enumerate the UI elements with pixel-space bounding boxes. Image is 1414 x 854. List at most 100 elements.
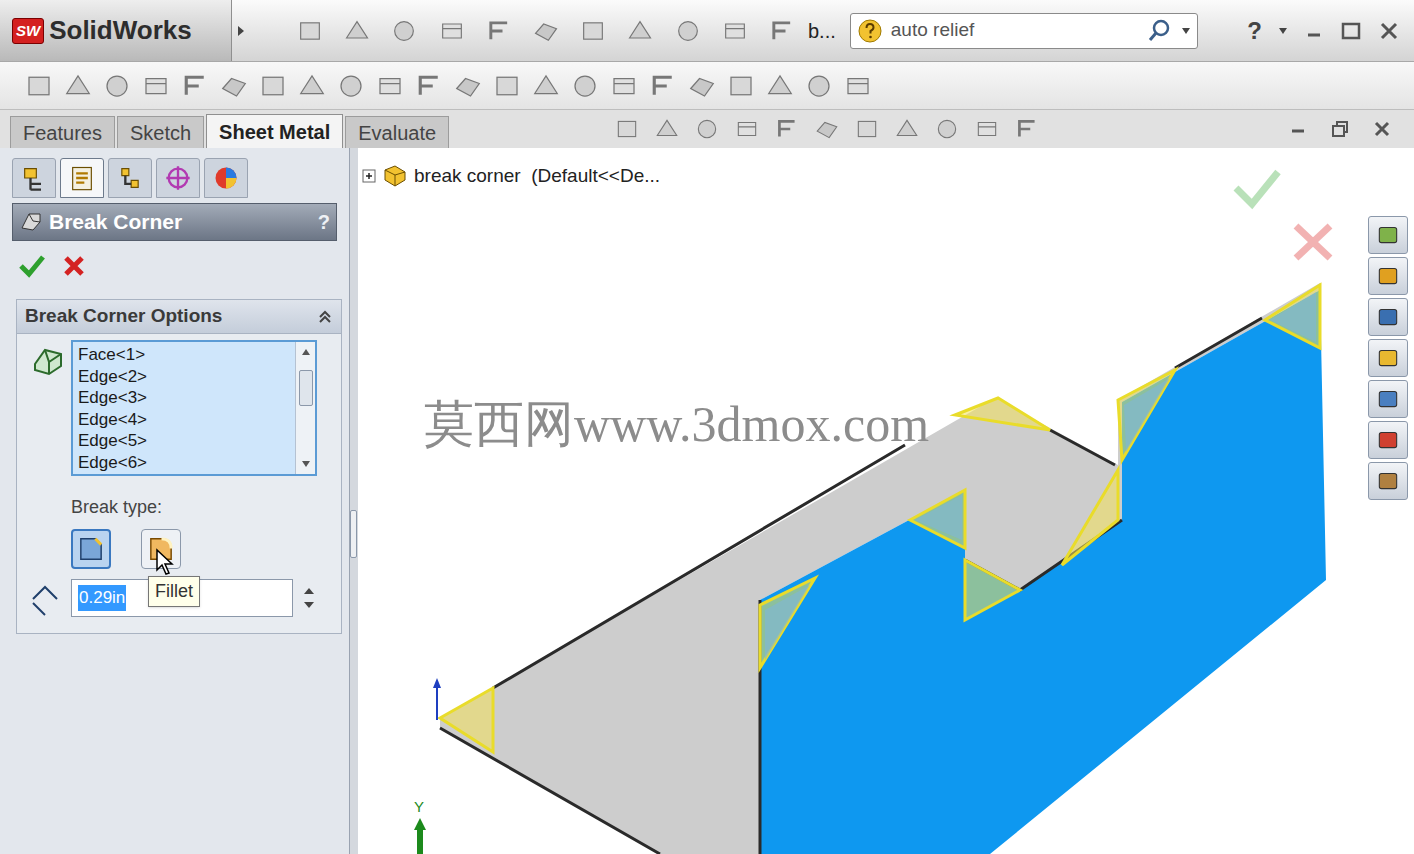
- sheet-metal-tool-icon[interactable]: [453, 71, 483, 101]
- sheet-metal-tool-icon[interactable]: [102, 71, 132, 101]
- sheet-metal-tool-icon[interactable]: [609, 71, 639, 101]
- minimize-icon[interactable]: [1288, 119, 1308, 139]
- dropdown-icon[interactable]: [1278, 27, 1288, 35]
- close-icon[interactable]: [1372, 119, 1392, 139]
- tool-icon[interactable]: [438, 17, 466, 45]
- help-button[interactable]: ?: [1247, 13, 1262, 49]
- view-tool-icon[interactable]: [974, 116, 1000, 142]
- task-pane-tab[interactable]: [1368, 421, 1408, 459]
- task-pane-tab[interactable]: [1368, 216, 1408, 254]
- command-tab[interactable]: Sheet Metal: [206, 114, 343, 148]
- task-pane-tab[interactable]: [1368, 339, 1408, 377]
- view-tool-icon[interactable]: [654, 116, 680, 142]
- view-tool-icon[interactable]: [694, 116, 720, 142]
- splitter-handle[interactable]: [350, 510, 357, 558]
- selection-item[interactable]: Edge<2>: [78, 366, 295, 388]
- sheet-metal-tool-icon[interactable]: [726, 71, 756, 101]
- sheet-metal-tool-icon[interactable]: [336, 71, 366, 101]
- sheet-metal-tool-icon[interactable]: [765, 71, 795, 101]
- group-header[interactable]: Break Corner Options: [17, 300, 341, 334]
- selection-item[interactable]: Edge<4>: [78, 409, 295, 431]
- view-tool-icon[interactable]: [934, 116, 960, 142]
- expand-plus-icon[interactable]: [362, 169, 376, 183]
- logo[interactable]: SW SolidWorks: [0, 0, 232, 61]
- tool-icon[interactable]: [579, 17, 607, 45]
- close-icon[interactable]: [1378, 20, 1400, 42]
- scroll-up-icon[interactable]: [301, 348, 311, 356]
- feature-tree-flyout[interactable]: break corner (Default<<De...: [362, 162, 660, 191]
- view-tool-icon[interactable]: [894, 116, 920, 142]
- sheet-metal-tool-icon[interactable]: [258, 71, 288, 101]
- selection-item[interactable]: Edge<6>: [78, 452, 295, 474]
- sheet-metal-tool-icon[interactable]: [687, 71, 717, 101]
- sheet-metal-tool-icon[interactable]: [219, 71, 249, 101]
- selection-item[interactable]: Edge<3>: [78, 387, 295, 409]
- view-tool-icon[interactable]: [774, 116, 800, 142]
- sheet-metal-tool-icon[interactable]: [297, 71, 327, 101]
- panel-tab[interactable]: [12, 158, 56, 198]
- command-tab[interactable]: Features: [10, 116, 115, 148]
- sheet-metal-tool-icon[interactable]: [648, 71, 678, 101]
- spin-down-icon[interactable]: [303, 601, 315, 609]
- scrollbar[interactable]: [295, 342, 315, 474]
- task-pane-tab[interactable]: [1368, 462, 1408, 500]
- command-tab[interactable]: Evaluate: [345, 116, 449, 148]
- selection-item[interactable]: Face<1>: [78, 344, 295, 366]
- tool-icon[interactable]: [721, 17, 749, 45]
- sheet-metal-part[interactable]: Y: [358, 148, 1414, 854]
- tool-icon[interactable]: [674, 17, 702, 45]
- view-tool-icon[interactable]: [814, 116, 840, 142]
- view-tool-icon[interactable]: [1014, 116, 1040, 142]
- sheet-metal-tool-icon[interactable]: [375, 71, 405, 101]
- tool-icon[interactable]: [626, 17, 654, 45]
- sheet-metal-tool-icon[interactable]: [24, 71, 54, 101]
- sheet-metal-tool-icon[interactable]: [141, 71, 171, 101]
- view-tool-icon[interactable]: [734, 116, 760, 142]
- sheet-metal-tool-icon[interactable]: [63, 71, 93, 101]
- panel-tab[interactable]: [108, 158, 152, 198]
- sheet-metal-tool-icon[interactable]: [414, 71, 444, 101]
- cancel-x-icon[interactable]: [62, 254, 86, 278]
- tool-icon[interactable]: [296, 17, 324, 45]
- restore-icon[interactable]: [1330, 119, 1350, 139]
- collapse-chevron-icon[interactable]: [317, 309, 333, 325]
- tool-icon[interactable]: [343, 17, 371, 45]
- break-type-button[interactable]: [71, 529, 111, 569]
- graphics-area[interactable]: Y break corner (Default<<De... 莫西网www.3d…: [358, 148, 1414, 854]
- panel-tab[interactable]: [60, 158, 104, 198]
- command-tab[interactable]: Sketch: [117, 116, 204, 148]
- task-pane-tab[interactable]: [1368, 257, 1408, 295]
- help-button[interactable]: ?: [318, 207, 330, 237]
- selection-list[interactable]: Face<1>Edge<2>Edge<3>Edge<4>Edge<5>Edge<…: [71, 340, 317, 476]
- sheet-metal-tool-icon[interactable]: [804, 71, 834, 101]
- tool-icon[interactable]: [768, 17, 796, 45]
- panel-tab[interactable]: [204, 158, 248, 198]
- ok-check-icon[interactable]: [18, 253, 46, 279]
- scroll-down-icon[interactable]: [301, 460, 311, 468]
- selection-item[interactable]: Edge<5>: [78, 430, 295, 452]
- expand-menu-icon[interactable]: [236, 24, 246, 38]
- distance-spinner[interactable]: [303, 587, 315, 609]
- panel-splitter[interactable]: [350, 148, 358, 854]
- group-title: Break Corner Options: [25, 302, 317, 331]
- view-tool-icon[interactable]: [854, 116, 880, 142]
- task-pane-tab[interactable]: [1368, 298, 1408, 336]
- panel-tab[interactable]: [156, 158, 200, 198]
- task-pane-tab[interactable]: [1368, 380, 1408, 418]
- sheet-metal-tool-icon[interactable]: [180, 71, 210, 101]
- spin-up-icon[interactable]: [303, 587, 315, 595]
- tool-icon[interactable]: [532, 17, 560, 45]
- dropdown-icon[interactable]: [1181, 27, 1191, 35]
- magnifier-icon[interactable]: [1147, 18, 1173, 44]
- tool-icon[interactable]: [390, 17, 418, 45]
- sheet-metal-tool-icon[interactable]: [843, 71, 873, 101]
- sheet-metal-tool-icon[interactable]: [531, 71, 561, 101]
- view-tool-icon[interactable]: [614, 116, 640, 142]
- tool-icon[interactable]: [485, 17, 513, 45]
- search-box[interactable]: auto relief: [850, 13, 1198, 49]
- sheet-metal-tool-icon[interactable]: [492, 71, 522, 101]
- sheet-metal-tool-icon[interactable]: [570, 71, 600, 101]
- scroll-thumb[interactable]: [299, 370, 313, 406]
- minimize-icon[interactable]: [1304, 21, 1324, 41]
- maximize-icon[interactable]: [1340, 20, 1362, 42]
